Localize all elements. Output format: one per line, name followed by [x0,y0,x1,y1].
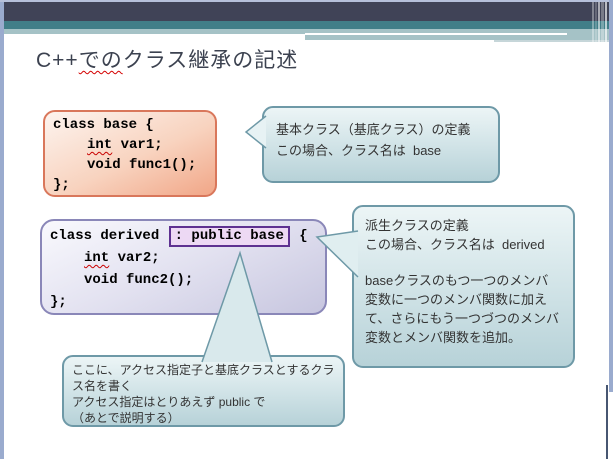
callout-text: ス名を書く [72,378,343,394]
derived-class-code-box[interactable]: class derived : public base { int var2; … [40,219,327,315]
code-text: }; [50,294,67,310]
code-line: int var2; [50,247,325,269]
base-class-code-box[interactable]: class base { int var1; void func1(); }; [43,110,217,197]
callout-derived-definition[interactable]: 派生クラスの定義 この場合、クラス名は derived baseクラスのもつ一つ… [352,205,575,368]
header-vertical-stripe [598,0,600,47]
code-text: void func1(); [87,157,196,173]
callout-access-specifier-note[interactable]: ここに、アクセス指定子と基底クラスとするクラ ス名を書く アクセス指定はとりあえ… [62,355,345,427]
title-text: C++ [36,49,79,72]
callout-text: ここに、アクセス指定子と基底クラスとするクラ [72,362,343,378]
code-keyword-misspelled: int [84,250,109,266]
callout-text: 派生クラスの定義 [365,216,573,235]
callout-text: この場合、クラス名は base [276,140,498,161]
code-keyword-misspelled: int [87,137,112,153]
code-text: var1; [112,137,162,153]
callout-text: 変数に一つのメンバ関数に加え [365,290,573,309]
header-white-accent-line [305,33,567,35]
header-vertical-stripe [605,0,607,47]
header-navy-bar [4,2,609,21]
code-text: var2; [109,250,159,266]
callout-text: baseクラスのもつ一つのメンバ [365,271,573,290]
header-vertical-stripe [595,0,597,47]
code-line: void func2(); [50,269,325,291]
code-text: }; [53,177,70,193]
window-frame-right [609,0,613,392]
window-frame-right-dark-line [606,385,608,459]
inheritance-highlight-box[interactable]: : public base [169,226,290,247]
code-text: { [291,228,308,244]
callout-text: 変数とメンバ関数を追加。 [365,328,573,347]
page-title: C++でのクラス継承の記述 [36,44,298,74]
window-frame-top [0,0,613,2]
code-text: void func2(); [84,272,193,288]
code-line: void func1(); [53,155,215,175]
callout-text: アクセス指定はとりあえず public で [72,394,343,410]
code-line: int var1; [53,135,215,155]
callout-base-definition[interactable]: 基本クラス（基底クラス）の定義 この場合、クラス名は base [262,106,500,183]
header-vertical-stripe [592,0,594,47]
title-misspelled-text: での [79,49,123,72]
code-text: class base { [53,117,154,133]
code-text: class derived [50,228,168,244]
header-teal-band [4,21,609,29]
slide-canvas: C++でのクラス継承の記述 class base { int var1; voi… [0,0,613,459]
title-text: クラス継承の記述 [123,49,299,72]
callout-text: （あとで説明する） [72,410,343,426]
code-line: }; [50,291,325,313]
code-line: class derived : public base { [50,225,325,247]
callout-text: この場合、クラス名は derived [365,235,573,254]
window-frame-left [0,0,4,459]
callout-text: 基本クラス（基底クラス）の定義 [276,119,498,140]
code-line: class base { [53,115,215,135]
callout-text: て、さらにもう一つづつのメンバ [365,309,573,328]
header-vertical-stripe [601,0,604,47]
code-line: }; [53,175,215,195]
